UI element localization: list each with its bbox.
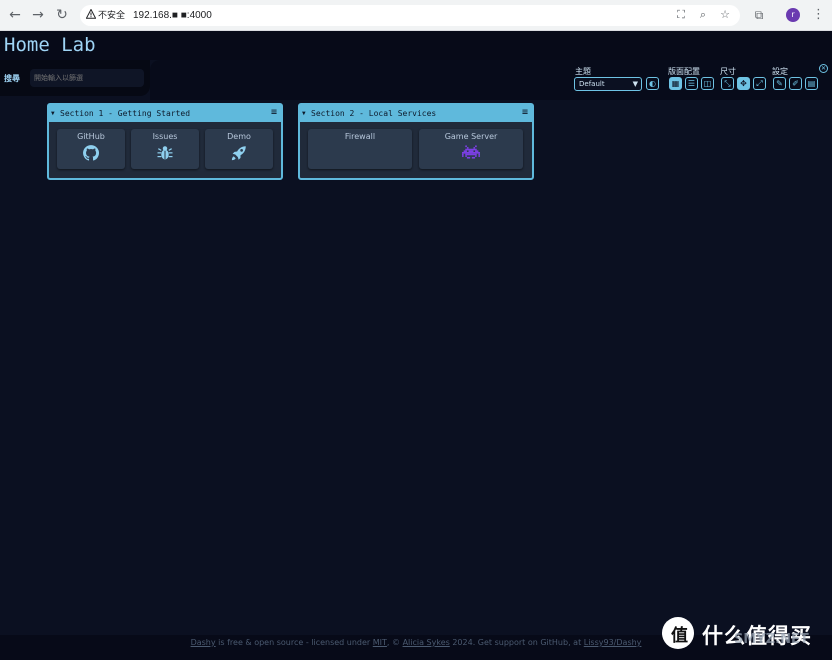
footer-text: , ©: [386, 638, 403, 647]
section-local-services: ▼ Section 2 - Local Services ≡ Firewall …: [298, 103, 534, 180]
theme-select-value: Default: [579, 80, 605, 88]
app-header: [0, 31, 832, 60]
section-header[interactable]: ▼ Section 2 - Local Services ≡: [300, 105, 532, 122]
item-demo[interactable]: Demo: [205, 129, 273, 169]
section-menu-icon[interactable]: ≡: [522, 104, 528, 121]
footer-link-mit[interactable]: MIT: [373, 638, 387, 647]
edit-pencil-icon[interactable]: ✐: [789, 77, 802, 90]
footer-text: is free & open source - licensed under: [215, 638, 373, 647]
insecure-label: 不安全: [98, 10, 126, 20]
config-label: 設定: [772, 67, 788, 76]
back-icon[interactable]: ←: [6, 6, 24, 24]
layout-auto-icon[interactable]: ▦: [669, 77, 682, 90]
translate-icon[interactable]: ⛶: [674, 8, 688, 22]
edit-page-icon[interactable]: ▤: [805, 77, 818, 90]
section-getting-started: ▼ Section 1 - Getting Started ≡ GitHub I…: [47, 103, 283, 180]
reload-icon[interactable]: ↻: [53, 6, 71, 24]
extensions-icon[interactable]: ⧉: [750, 6, 768, 24]
close-settings-icon[interactable]: ✕: [819, 64, 828, 73]
browser-toolbar: ← → ↻ 不安全 192.168.■ ■:4000 ⛶ ⌕ ☆ ⧉ r ⋮: [0, 0, 832, 31]
footer-link-repo[interactable]: Lissy93/Dashy: [584, 638, 642, 647]
item-label: Demo: [227, 132, 251, 141]
space-invader-icon: [462, 145, 480, 159]
size-label: 尺寸: [720, 67, 736, 76]
chevron-down-icon: ▼: [632, 80, 638, 88]
collapse-chevron-icon[interactable]: ▼: [302, 105, 306, 122]
theme-label: 主題: [575, 67, 591, 76]
section-menu-icon[interactable]: ≡: [271, 104, 277, 121]
github-icon: [83, 145, 100, 161]
footer-text: 2024. Get support on GitHub, at: [449, 638, 584, 647]
forward-icon[interactable]: →: [29, 6, 47, 24]
footer-link-dashy[interactable]: Dashy: [191, 638, 216, 647]
size-medium-icon[interactable]: ✥: [737, 77, 750, 90]
warning-icon: [86, 9, 96, 19]
item-label: GitHub: [77, 132, 105, 141]
profile-avatar[interactable]: r: [786, 8, 800, 22]
watermark-logo: 值: [662, 617, 694, 649]
bug-icon: [157, 146, 173, 160]
item-firewall[interactable]: Firewall: [308, 129, 412, 169]
item-issues[interactable]: Issues: [131, 129, 199, 169]
watermark-sub: SMYZ.NET: [734, 632, 809, 647]
search-label: 搜尋: [4, 74, 20, 83]
item-game-server[interactable]: Game Server: [419, 129, 523, 169]
item-label: Issues: [152, 132, 178, 141]
section-title: Section 1 - Getting Started: [60, 109, 191, 118]
watermark-logo-text: 值: [671, 626, 688, 646]
section-title: Section 2 - Local Services: [311, 109, 437, 118]
layout-label: 版面配置: [668, 67, 700, 76]
item-label: Game Server: [444, 132, 498, 141]
size-large-icon[interactable]: ⤢: [753, 77, 766, 90]
rocket-icon: [231, 146, 246, 161]
theme-palette-icon[interactable]: ◐: [646, 77, 659, 90]
zoom-icon[interactable]: ⌕: [696, 8, 710, 22]
size-small-icon[interactable]: ⤡: [721, 77, 734, 90]
layout-horizontal-icon[interactable]: ☰: [685, 77, 698, 90]
address-bar[interactable]: 不安全 192.168.■ ■:4000 ⛶ ⌕ ☆: [80, 5, 740, 26]
layout-vertical-icon[interactable]: ◫: [701, 77, 714, 90]
bookmark-star-icon[interactable]: ☆: [718, 8, 732, 22]
theme-select[interactable]: Default ▼: [574, 77, 642, 91]
browser-menu-icon[interactable]: ⋮: [812, 6, 825, 24]
section-header[interactable]: ▼ Section 1 - Getting Started ≡: [49, 105, 281, 122]
wrench-icon[interactable]: ✎: [773, 77, 786, 90]
footer-link-author[interactable]: Alicia Sykes: [403, 638, 450, 647]
item-github[interactable]: GitHub: [57, 129, 125, 169]
item-label: Firewall: [344, 132, 376, 141]
collapse-chevron-icon[interactable]: ▼: [51, 105, 55, 122]
insecure-indicator[interactable]: 不安全: [86, 8, 125, 23]
search-input[interactable]: [30, 69, 144, 87]
page-title: Home Lab: [4, 34, 96, 56]
watermark: 值 什么值得买 SMYZ.NET: [662, 617, 832, 651]
url-text[interactable]: 192.168.■ ■:4000: [133, 8, 212, 23]
